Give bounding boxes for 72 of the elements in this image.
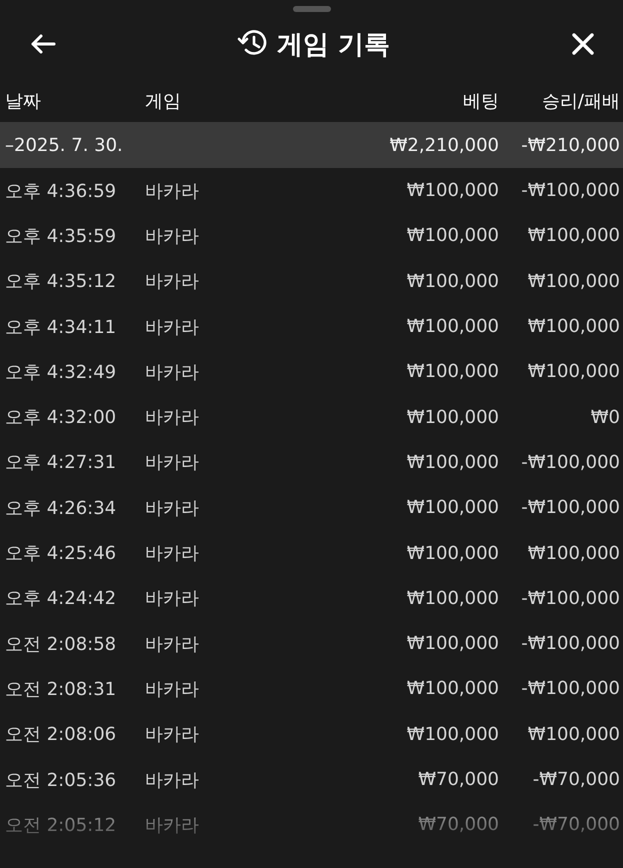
game-cell-text: 바카라 [145,316,200,339]
time-cell-text: 오후 4:35:12 [5,270,118,294]
result-cell-text: -₩100,000 [520,180,620,202]
result-cell-text: -₩100,000 [520,678,620,700]
result-cell-text: ₩100,000 [526,225,620,246]
game-cell-text: 바카라 [145,678,200,701]
time-cell-text: 오후 4:32:00 [5,406,118,430]
result-cell-text: -₩70,000 [532,814,620,836]
result-cell-text: ₩100,000 [526,361,620,382]
game-cell-text: 바카라 [145,814,200,837]
time-cell-text: 오후 4:32:49 [5,360,118,384]
group-bet-total: ₩2,210,000 [388,134,499,156]
bet-cell-text: ₩100,000 [406,497,499,518]
bet-cell-text: ₩100,000 [406,316,499,338]
bet-cell-text: ₩100,000 [406,633,499,654]
group-date: –2025. 7. 30. [5,134,124,156]
game-cell-text: 바카라 [145,768,200,792]
result-cell-text: -₩100,000 [520,452,620,473]
result-cell-text: ₩100,000 [526,724,620,745]
date-group-row[interactable]: –2025. 7. 30. ₩2,210,000 -₩210,000 [0,122,623,168]
time-cell-text: 오전 2:08:06 [5,723,118,746]
game-cell-text: 바카라 [145,496,200,520]
time-cell-text: 오후 4:34:11 [5,316,118,339]
time-cell-text: 오전 2:08:31 [5,678,118,701]
bet-cell-text: ₩100,000 [406,588,499,609]
bet-cell-text: ₩100,000 [406,724,499,745]
drag-handle[interactable] [292,6,330,12]
game-cell-text: 바카라 [145,451,200,474]
bet-cell-text: ₩100,000 [406,406,499,428]
window-title: 게임 기록 [276,28,390,62]
result-cell-text: -₩100,000 [520,633,620,654]
result-cell-text: -₩100,000 [520,588,620,609]
bet-cell-text: ₩70,000 [417,814,499,836]
time-cell-text: 오후 4:26:34 [5,496,118,520]
time-cell-text: 오후 4:35:59 [5,224,118,248]
bet-cell-text: ₩100,000 [406,678,499,700]
column-header: 승리/패배 [540,90,620,113]
game-cell-text: 바카라 [145,632,200,656]
bet-cell-text: ₩100,000 [406,361,499,382]
time-cell-text: 오후 4:24:42 [5,587,118,610]
close-icon [571,32,595,56]
result-cell-text: -₩100,000 [520,497,620,518]
game-cell-text: 바카라 [145,224,200,248]
result-cell-text: ₩100,000 [526,316,620,338]
column-header: 날짜 [5,90,42,113]
bet-cell-text: ₩100,000 [406,180,499,202]
game-cell-text: 바카라 [145,542,200,566]
bet-cell-text: ₩70,000 [417,769,499,790]
back-arrow-icon [30,33,56,55]
game-cell-text: 바카라 [145,723,200,746]
time-cell-text: 오전 2:05:36 [5,768,118,792]
bet-cell-text: ₩100,000 [406,452,499,473]
bet-cell-text: ₩100,000 [406,225,499,246]
column-header: 베팅 [462,90,499,113]
bet-cell-text: ₩100,000 [406,270,499,292]
game-cell-text: 바카라 [145,587,200,610]
time-cell-text: 오후 4:36:59 [5,180,118,203]
time-cell-text: 오전 2:08:58 [5,632,118,656]
result-cell-text: -₩70,000 [532,769,620,790]
time-cell-text: 오후 4:27:31 [5,451,118,474]
group-result-total: -₩210,000 [520,134,620,156]
game-cell-text: 바카라 [145,270,200,294]
result-cell-text: ₩100,000 [526,542,620,564]
bet-cell-text: ₩100,000 [406,542,499,564]
column-header: 게임 [145,90,182,113]
game-cell-text: 바카라 [145,180,200,203]
result-cell-text: ₩100,000 [526,270,620,292]
time-cell-text: 오전 2:05:12 [5,814,118,837]
time-cell-text: 오후 4:25:46 [5,542,118,566]
game-cell-text: 바카라 [145,406,200,430]
game-cell-text: 바카라 [145,360,200,384]
result-cell-text: ₩0 [590,406,620,428]
